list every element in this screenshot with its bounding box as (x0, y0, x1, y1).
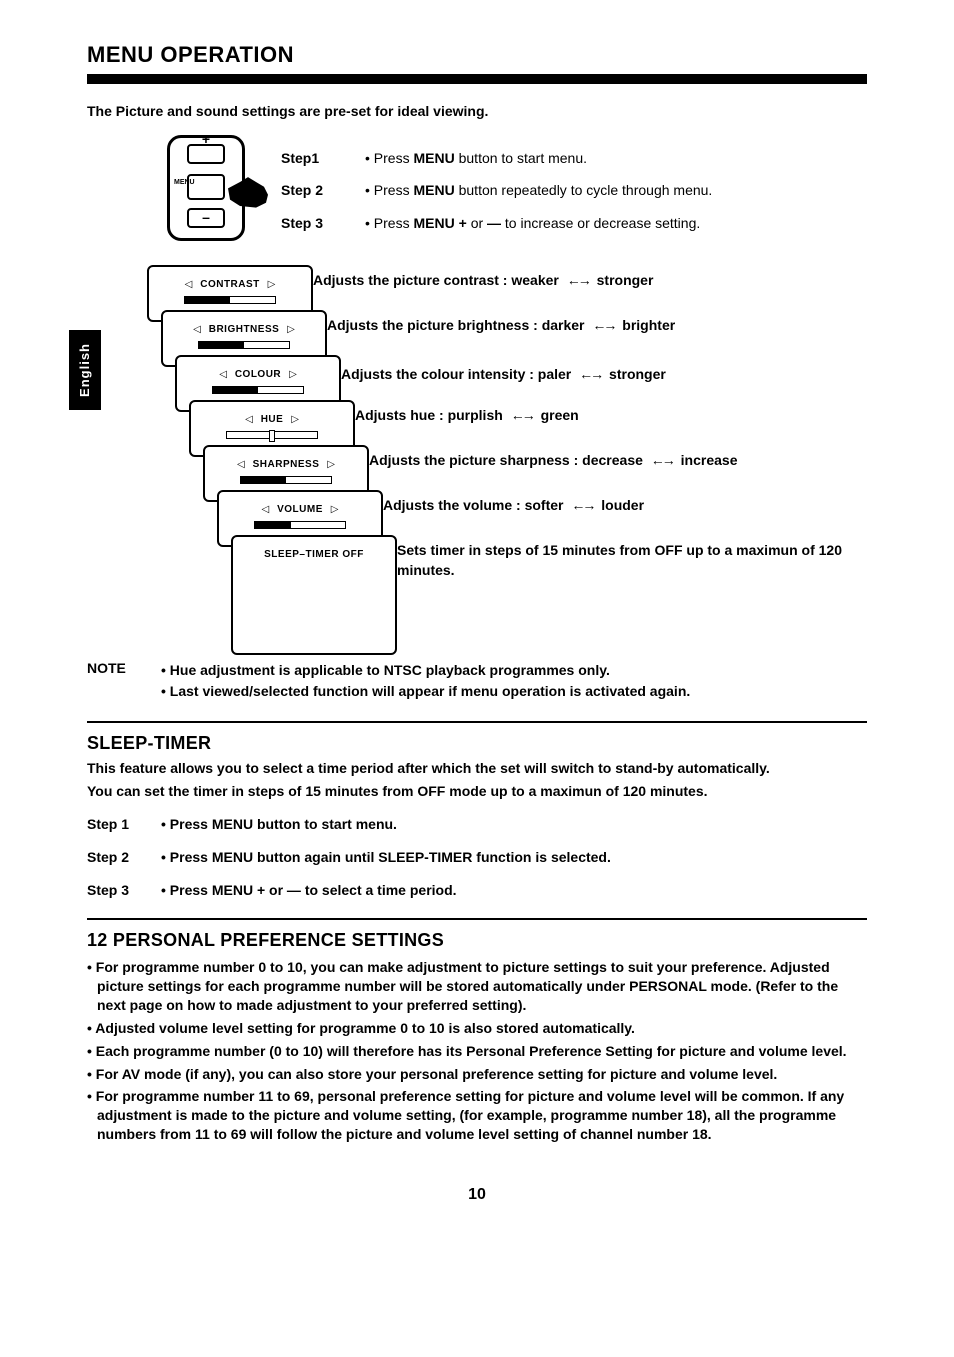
osd-volume-label: VOLUME (277, 504, 323, 515)
language-tab: English (69, 330, 101, 410)
remote-menu-label: MENU (174, 178, 195, 187)
double-arrow-icon (592, 316, 614, 336)
triangle-left-icon: ◁ (245, 413, 253, 427)
triangle-left-icon: ◁ (262, 503, 270, 517)
osd-sharpness-desc: Adjusts the picture sharpness : decrease… (369, 451, 738, 471)
slider-bar-icon (254, 521, 346, 529)
triangle-right-icon: ▷ (287, 323, 295, 337)
slider-bar-icon (184, 296, 276, 304)
step-1: Step1 • Press MENU button to start menu. (281, 149, 867, 168)
language-tab-text: English (76, 343, 94, 397)
section-rule (87, 721, 867, 723)
remote-minus-button-icon (187, 208, 225, 228)
triangle-right-icon: ▷ (327, 458, 335, 472)
double-arrow-icon (571, 496, 593, 516)
osd-brightness-desc: Adjusts the picture brightness : darker … (327, 316, 675, 336)
osd-sharpness-label: SHARPNESS (253, 459, 320, 470)
hand-icon (228, 176, 268, 208)
triangle-right-icon: ▷ (289, 368, 297, 382)
slider-bar-icon (240, 476, 332, 484)
step-1-text: • Press MENU button to start menu. (365, 149, 867, 168)
remote-illustration: MENU (167, 135, 257, 241)
slider-bar-icon (198, 341, 290, 349)
osd-brightness-label: BRIGHTNESS (209, 324, 280, 335)
osd-cascade: ◁ CONTRAST ▷ ◁ BRIGHTNESS ▷ ◁ COLOUR ▷ ◁… (147, 265, 867, 645)
pref-item-5: For programme number 11 to 69, personal … (87, 1087, 867, 1144)
section-rule-2 (87, 918, 867, 920)
steps-block: MENU Step1 • Press MENU button to start … (167, 135, 867, 248)
pref-item-2: Adjusted volume level setting for progra… (87, 1019, 867, 1038)
note-block: NOTE Hue adjustment is applicable to NTS… (87, 659, 867, 703)
step-2-text: • Press MENU button repeatedly to cycle … (365, 181, 867, 200)
osd-sleep-timer-label: SLEEP–TIMER OFF (264, 549, 364, 560)
triangle-right-icon: ▷ (268, 278, 276, 292)
triangle-left-icon: ◁ (193, 323, 201, 337)
personal-pref-list: For programme number 0 to 10, you can ma… (87, 958, 867, 1144)
sleep-step-3: Step 3 • Press MENU + or — to select a t… (87, 881, 867, 900)
remote-body: MENU (167, 135, 245, 241)
triangle-left-icon: ◁ (237, 458, 245, 472)
slider-bar-icon (212, 386, 304, 394)
osd-contrast-desc: Adjusts the picture contrast : weaker st… (313, 271, 653, 291)
osd-sleep-timer-box: SLEEP–TIMER OFF (231, 535, 397, 655)
page-number: 10 (87, 1184, 867, 1206)
title-rule (87, 74, 867, 84)
triangle-right-icon: ▷ (331, 503, 339, 517)
triangle-right-icon: ▷ (291, 413, 299, 427)
pref-item-3: Each programme number (0 to 10) will the… (87, 1042, 867, 1061)
double-arrow-icon (511, 406, 533, 426)
step-2: Step 2 • Press MENU button repeatedly to… (281, 181, 867, 200)
triangle-left-icon: ◁ (185, 278, 193, 292)
osd-volume-desc: Adjusts the volume : softer louder (383, 496, 644, 516)
step-3: Step 3 • Press MENU + or — to increase o… (281, 214, 867, 233)
osd-colour-desc: Adjusts the colour intensity : paler str… (341, 365, 666, 385)
step-1-label: Step1 (281, 149, 339, 168)
note-item-1: Hue adjustment is applicable to NTSC pla… (161, 661, 867, 680)
triangle-left-icon: ◁ (219, 368, 227, 382)
step-3-label: Step 3 (281, 214, 339, 233)
step-3-text: • Press MENU + or — to increase or decre… (365, 214, 867, 233)
pref-item-4: For AV mode (if any), you can also store… (87, 1065, 867, 1084)
sleep-timer-p2: You can set the timer in steps of 15 min… (87, 782, 867, 801)
intro-text: The Picture and sound settings are pre-s… (87, 102, 867, 121)
sleep-step-1: Step 1 • Press MENU button to start menu… (87, 815, 867, 834)
osd-contrast-label: CONTRAST (200, 279, 260, 290)
pref-item-1: For programme number 0 to 10, you can ma… (87, 958, 867, 1015)
sleep-timer-heading: SLEEP-TIMER (87, 731, 867, 755)
sleep-step-2: Step 2 • Press MENU button again until S… (87, 848, 867, 867)
sleep-timer-p1: This feature allows you to select a time… (87, 759, 867, 778)
osd-sleep-timer-desc: Sets timer in steps of 15 minutes from O… (397, 541, 857, 580)
remote-plus-button-icon (187, 144, 225, 164)
osd-hue-desc: Adjusts hue : purplish green (355, 406, 579, 426)
page-title: MENU OPERATION (87, 40, 867, 70)
note-item-2: Last viewed/selected function will appea… (161, 682, 867, 701)
slider-bar-icon (226, 431, 318, 439)
personal-pref-heading: 12 PERSONAL PREFERENCE SETTINGS (87, 928, 867, 952)
note-label: NOTE (87, 659, 143, 703)
osd-hue-label: HUE (261, 414, 284, 425)
double-arrow-icon (567, 271, 589, 291)
steps-list: Step1 • Press MENU button to start menu.… (281, 135, 867, 248)
double-arrow-icon (651, 451, 673, 471)
double-arrow-icon (579, 365, 601, 385)
osd-colour-label: COLOUR (235, 369, 281, 380)
step-2-label: Step 2 (281, 181, 339, 200)
note-body: Hue adjustment is applicable to NTSC pla… (161, 659, 867, 703)
